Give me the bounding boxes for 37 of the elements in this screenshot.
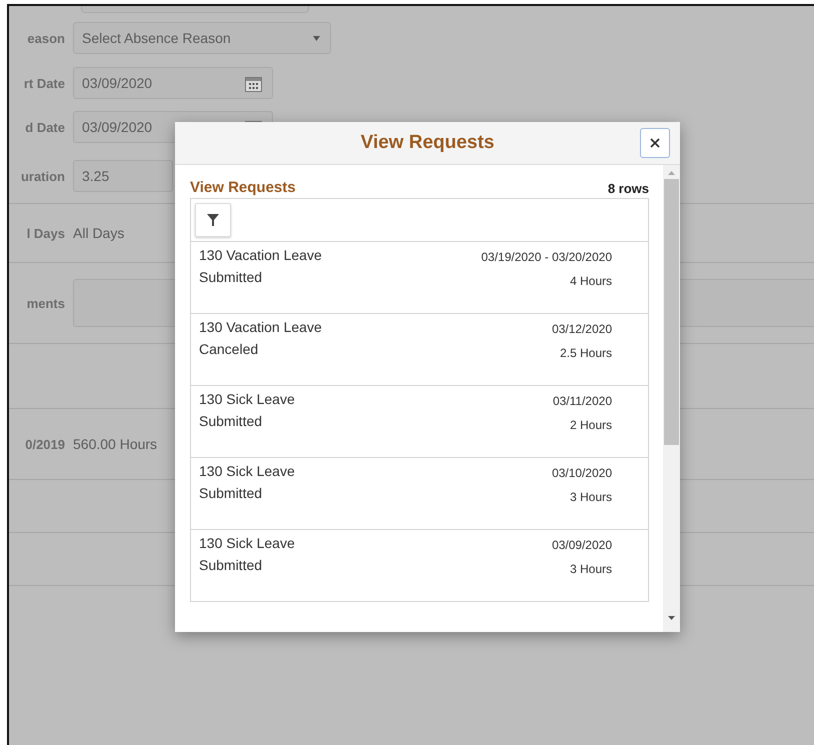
request-hours: 2 Hours — [570, 418, 612, 432]
leave-type: 130 Sick Leave — [199, 391, 295, 407]
request-status: Submitted — [199, 485, 262, 501]
field-label: d Date — [24, 120, 65, 134]
leave-type: 130 Sick Leave — [199, 463, 295, 479]
section-title: View Requests — [190, 179, 296, 196]
leave-type: 130 Sick Leave — [199, 535, 295, 551]
field-label: rt Date — [22, 76, 65, 90]
request-dates: 03/11/2020 — [552, 394, 612, 408]
request-row[interactable]: 130 Sick Leave Submitted 03/11/2020 2 Hours — [191, 386, 648, 458]
request-dates: 03/19/2020 - 03/20/2020 — [481, 250, 612, 264]
request-status: Submitted — [199, 413, 262, 429]
leave-type: 130 Vacation Leave — [199, 247, 322, 263]
field-label: 0/2019 — [24, 436, 65, 452]
request-status: Submitted — [199, 269, 262, 285]
field-value: 560.00 Hours — [73, 436, 158, 452]
request-row[interactable]: 130 Sick Leave Submitted 03/10/2020 3 Hours — [191, 458, 648, 530]
field-label: l Days — [26, 226, 65, 240]
request-row[interactable]: 130 Sick Leave Submitted 03/09/2020 3 Hours — [191, 530, 648, 602]
request-row[interactable]: 130 Vacation Leave Canceled 03/12/2020 2.5 Hours — [191, 314, 648, 386]
field-label: ments — [26, 296, 65, 310]
request-dates: 03/09/2020 — [552, 538, 612, 552]
request-dates: 03/10/2020 — [552, 466, 612, 480]
request-hours: 3 Hours — [570, 490, 612, 504]
leave-type: 130 Vacation Leave — [199, 319, 322, 335]
request-hours: 2.5 Hours — [560, 346, 612, 360]
request-hours: 4 Hours — [570, 274, 612, 288]
request-status: Canceled — [199, 341, 258, 357]
dialog-title: View Requests — [360, 132, 494, 154]
request-row[interactable]: 130 Vacation Leave Submitted 03/19/2020 - 03/20/2020 4 Hours — [191, 242, 648, 314]
field-label: uration — [20, 168, 65, 184]
request-status: Submitted — [199, 557, 262, 573]
request-hours: 3 Hours — [570, 562, 612, 576]
row-count: 8 rows — [608, 181, 649, 196]
field-value: All Days — [73, 225, 124, 241]
request-dates: 03/12/2020 — [552, 322, 612, 336]
field-label: eason — [26, 30, 65, 46]
